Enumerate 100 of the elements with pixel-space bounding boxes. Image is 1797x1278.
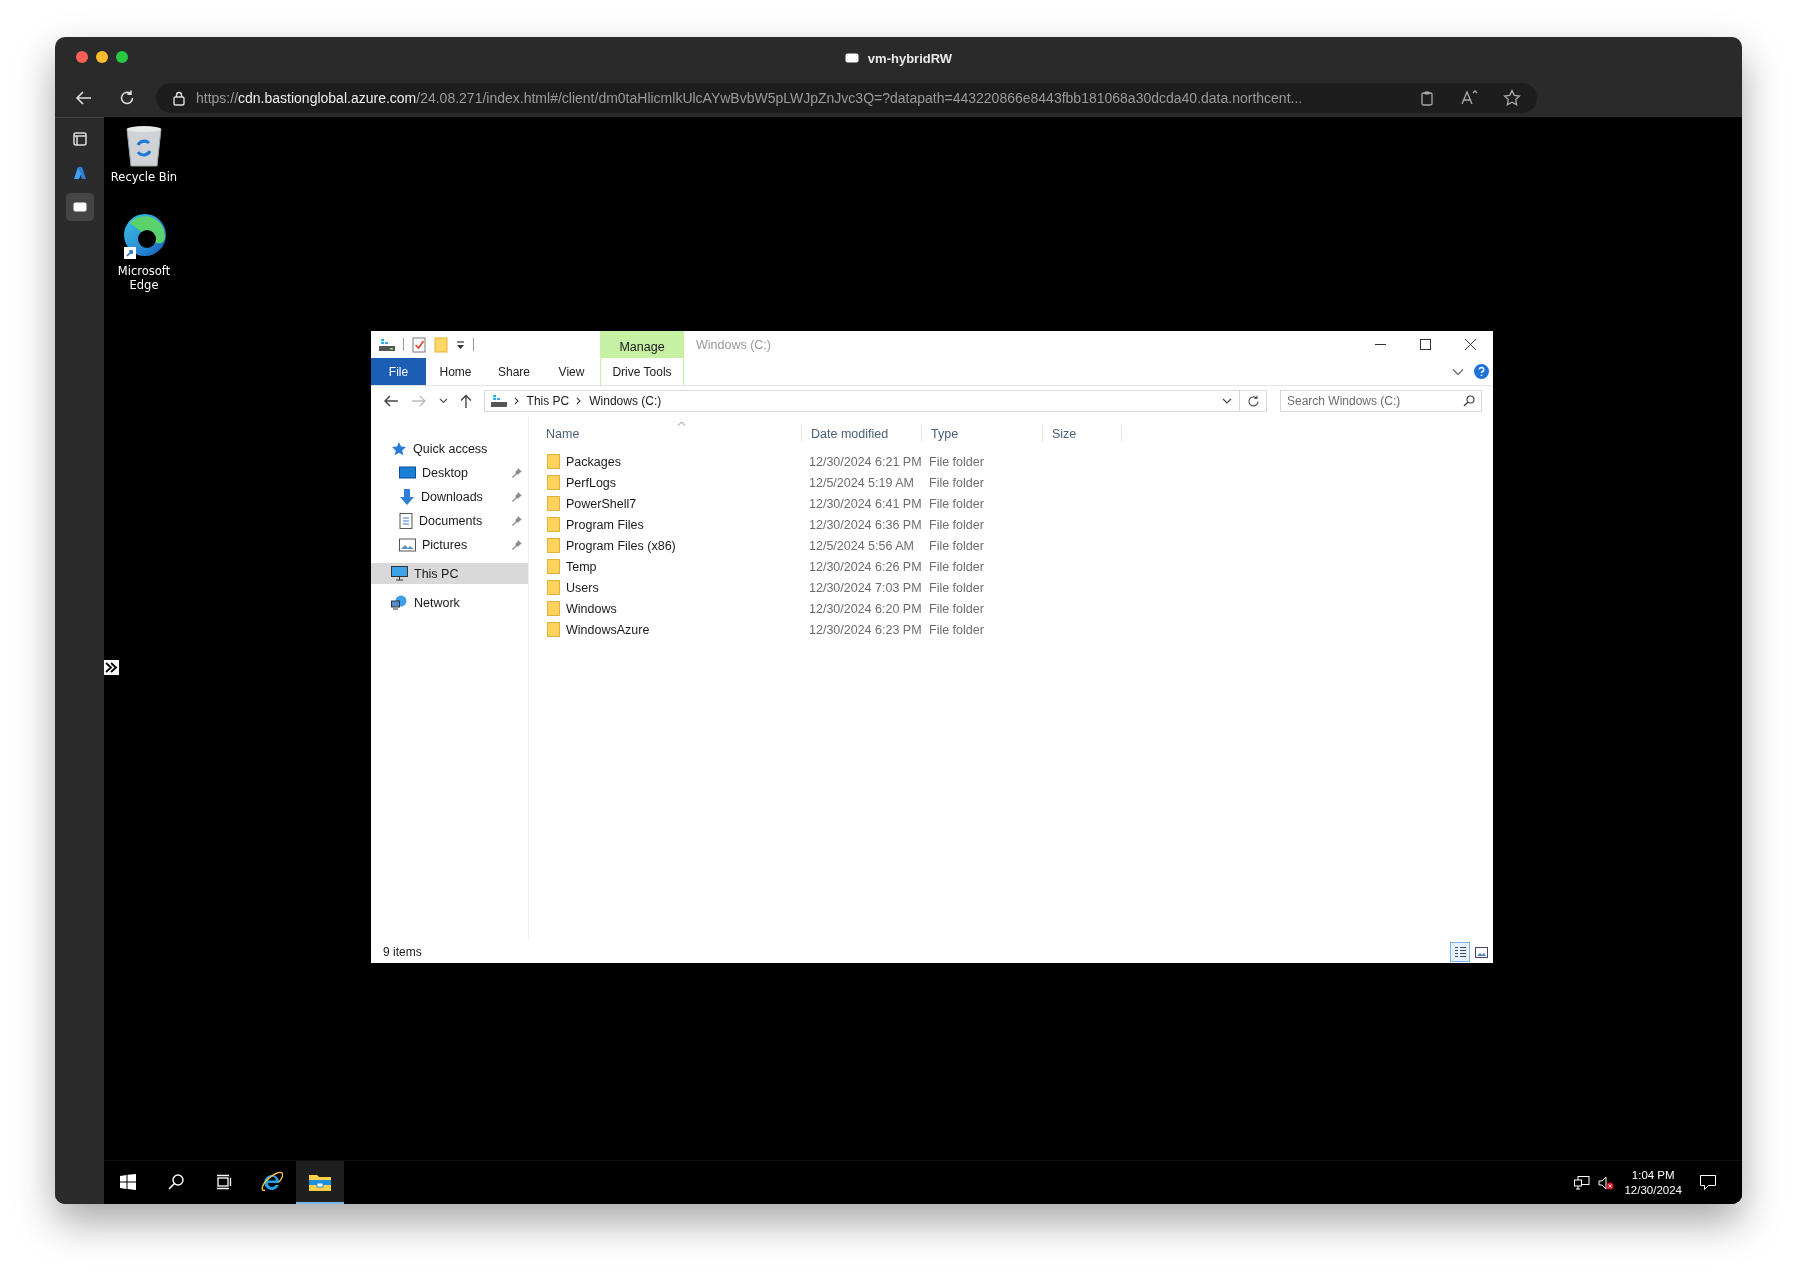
internet-explorer-icon <box>261 1170 283 1193</box>
dropdown-icon[interactable] <box>1222 398 1232 404</box>
nav-item[interactable]: This PC <box>371 563 528 584</box>
chevron-icon <box>513 397 520 405</box>
star-icon <box>391 440 407 457</box>
expand-panel-icon[interactable] <box>104 660 119 675</box>
clipboard-icon[interactable] <box>1419 90 1435 106</box>
file-row[interactable]: Packages 12/30/2024 6:21 PM File folder <box>537 451 1493 472</box>
file-row[interactable]: Users 12/30/2024 7:03 PM File folder <box>537 577 1493 598</box>
recycle-bin-icon <box>124 125 164 167</box>
breadcrumb[interactable]: Windows (C:) <box>589 394 662 408</box>
file-row[interactable]: PerfLogs 12/5/2024 5:19 AM File folder <box>537 472 1493 493</box>
date-modified: 12/30/2024 6:41 PM <box>809 496 922 511</box>
star-icon[interactable] <box>1503 89 1521 107</box>
maximize-icon <box>1420 339 1431 350</box>
folder-icon <box>547 559 560 574</box>
file-row[interactable]: PowerShell7 12/30/2024 6:41 PM File folder <box>537 493 1493 514</box>
close-icon <box>1465 339 1476 350</box>
sort-ascending-icon <box>677 421 686 426</box>
search-field[interactable]: Search Windows (C:) <box>1280 390 1482 412</box>
chevron-icon <box>576 397 583 405</box>
item-count: 9 items <box>383 945 422 959</box>
file-name: Packages <box>566 454 621 469</box>
ribbon-tab[interactable]: File <box>371 358 426 385</box>
back-icon[interactable] <box>383 394 399 408</box>
ribbon-tab[interactable]: Drive Tools <box>600 358 684 385</box>
folder-icon <box>547 601 560 616</box>
file-name: WindowsAzure <box>566 622 650 637</box>
nav-item[interactable]: Documents <box>371 510 528 531</box>
speaker-icon[interactable] <box>1598 1175 1615 1190</box>
clock-time[interactable]: 1:04 PM <box>1631 1167 1675 1183</box>
notifications-icon[interactable] <box>1700 1175 1716 1190</box>
dropdown-icon[interactable] <box>456 339 465 350</box>
close-button[interactable] <box>76 51 88 63</box>
azure-logo-icon <box>72 166 87 180</box>
folder-icon <box>309 1172 331 1191</box>
folder-icon <box>547 580 560 595</box>
date-modified: 12/30/2024 6:26 PM <box>809 559 922 574</box>
address-bar[interactable]: https://cdn.bastionglobal.azure.com/24.08.271/index.html#/client/dm0taHlicmlkUlcAYwBvbW5pLWJpZnJvc3Q=?datapath=443220866e8443fbb181068a30dcda40.data.northcent... <box>156 83 1537 113</box>
search-icon <box>168 1173 184 1190</box>
nav-item[interactable]: Network <box>371 592 528 613</box>
column-header[interactable]: Size <box>1043 425 1122 442</box>
file-type: File folder <box>929 475 984 490</box>
up-icon[interactable] <box>459 394 472 408</box>
file-row[interactable]: Program Files (x86) 12/5/2024 5:56 AM File folder <box>537 535 1493 556</box>
sidebar-tab[interactable] <box>65 193 94 221</box>
date-modified: 12/30/2024 6:36 PM <box>809 517 922 532</box>
file-type: File folder <box>929 580 984 595</box>
help-icon[interactable] <box>1474 364 1489 379</box>
file-row[interactable]: Windows 12/30/2024 6:20 PM File folder <box>537 598 1493 619</box>
context-tab-group: Manage <box>600 331 684 358</box>
nav-item[interactable]: Desktop <box>371 462 528 483</box>
computer-icon <box>391 566 408 581</box>
desktop-icon <box>399 465 416 480</box>
network-icon[interactable] <box>1574 1175 1591 1190</box>
file-row[interactable]: WindowsAzure 12/30/2024 6:23 PM File folder <box>537 619 1493 640</box>
file-row[interactable]: Temp 12/30/2024 6:26 PM File folder <box>537 556 1493 577</box>
windows-logo-icon <box>120 1173 136 1190</box>
minimize-button[interactable] <box>96 51 108 63</box>
file-name: Windows <box>566 601 617 616</box>
file-type: File folder <box>929 559 984 574</box>
date-modified: 12/30/2024 7:03 PM <box>809 580 922 595</box>
nav-item[interactable]: Quick access <box>371 438 528 459</box>
window-title: vm-hybridRW <box>867 50 953 66</box>
desktop-shortcut[interactable]: Microsoft Edge <box>106 213 182 292</box>
address-field[interactable]: This PC Windows (C:) <box>483 390 1267 412</box>
recent-locations-icon[interactable] <box>438 398 448 404</box>
document-icon <box>399 512 413 529</box>
folder-icon <box>547 622 560 637</box>
clock-date[interactable]: 12/30/2024 <box>1624 1182 1682 1198</box>
nav-item[interactable]: Downloads <box>371 486 528 507</box>
properties-icon[interactable] <box>412 336 426 353</box>
folder-icon <box>547 517 560 532</box>
column-header[interactable]: Date modified <box>802 425 922 442</box>
url-text: https://cdn.bastionglobal.azure.com/24.08.271/index.html#/client/dm0taHlicmlkUlcAYwBvbW5pLWJpZnJvc3Q=?datapath=443220866e8443fbb181068a30dcda40.data.northcent... <box>196 90 1303 106</box>
file-name: PerfLogs <box>566 475 617 490</box>
file-name: Program Files (x86) <box>566 538 676 553</box>
ribbon-tab[interactable]: Home <box>426 358 485 385</box>
date-modified: 12/5/2024 5:56 AM <box>809 538 914 553</box>
nav-item[interactable]: Pictures <box>371 534 528 555</box>
zoom-button[interactable] <box>116 51 128 63</box>
lock-icon <box>172 90 186 106</box>
view-button[interactable] <box>1450 942 1470 962</box>
ribbon-tab[interactable]: Share <box>485 358 543 385</box>
desktop-shortcut[interactable]: Recycle Bin <box>106 125 182 184</box>
breadcrumb[interactable]: This PC <box>526 394 570 408</box>
drive-icon <box>490 394 507 408</box>
drive-icon[interactable] <box>379 337 395 352</box>
read-aloud-icon[interactable] <box>1460 90 1478 106</box>
folder-icon <box>547 475 560 490</box>
column-header[interactable]: Name <box>537 425 802 442</box>
taskbar-button[interactable] <box>296 1161 344 1204</box>
date-modified: 12/30/2024 6:20 PM <box>809 601 922 616</box>
folder-icon <box>547 496 560 511</box>
expand-ribbon-icon[interactable] <box>1452 367 1464 376</box>
ribbon-tab[interactable]: View <box>543 358 600 385</box>
file-row[interactable]: Program Files 12/30/2024 6:36 PM File folder <box>537 514 1493 535</box>
refresh-icon[interactable] <box>1247 394 1260 408</box>
date-modified: 12/30/2024 6:23 PM <box>809 622 922 637</box>
column-header[interactable]: Type <box>922 425 1043 442</box>
